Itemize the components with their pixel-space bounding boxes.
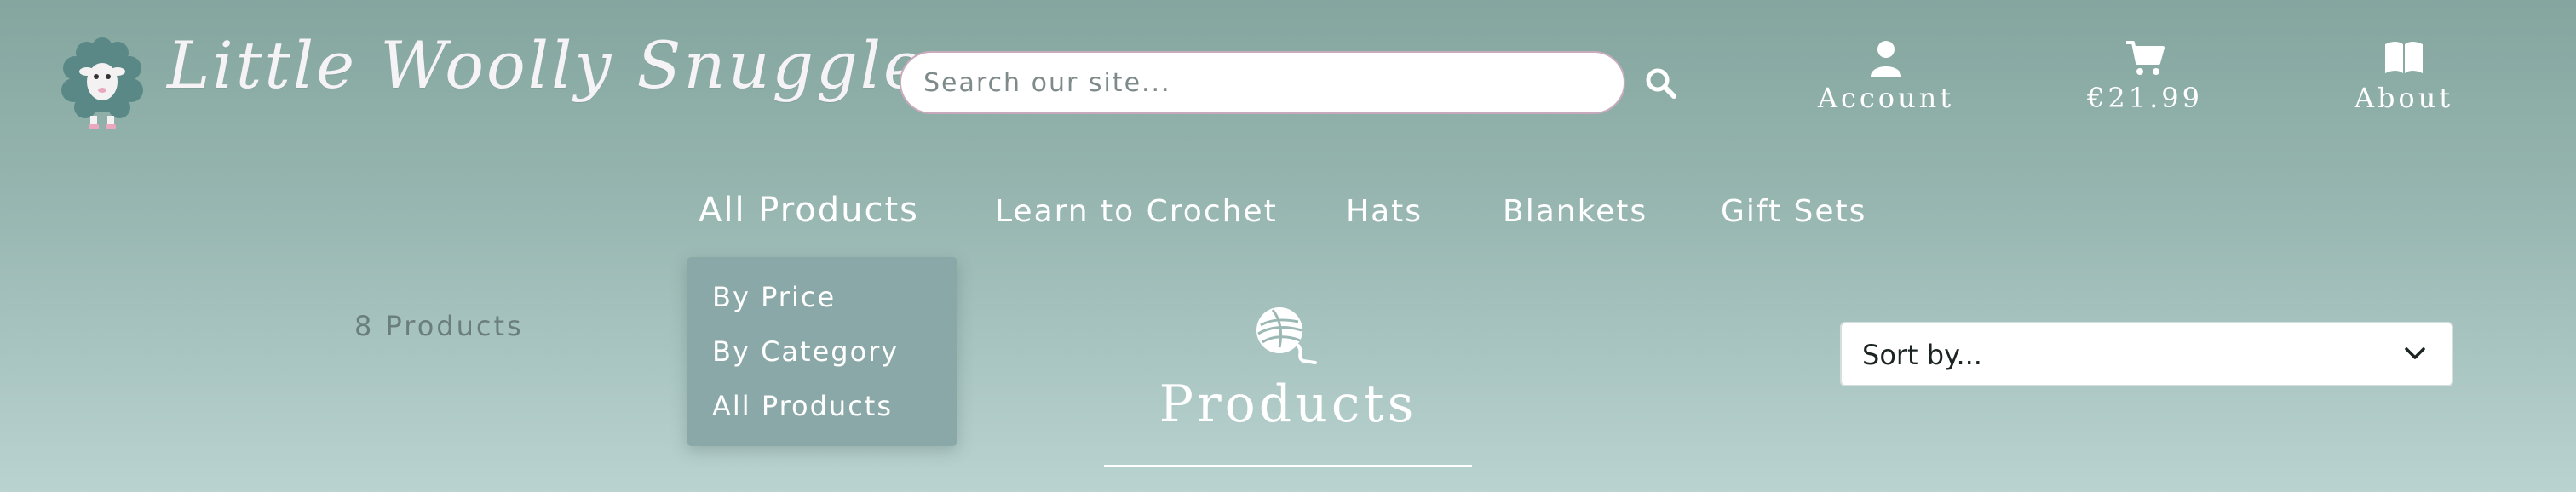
sort-select[interactable]: Sort by... (1840, 322, 2453, 386)
cart-icon (2125, 39, 2165, 77)
search-input[interactable] (922, 66, 1590, 99)
sheep-logo-icon[interactable] (56, 37, 148, 133)
dropdown-item-by-price[interactable]: By Price (712, 281, 836, 313)
user-icon (1866, 39, 1906, 77)
search-icon[interactable] (1644, 66, 1678, 100)
cart-link[interactable]: €21.99 (2060, 39, 2230, 114)
nav-item-all-products[interactable]: All Products (699, 191, 919, 230)
chevron-down-icon (2404, 346, 2426, 361)
account-label: Account (1817, 82, 1955, 114)
main-nav: All Products Learn to Crochet Hats Blank… (0, 191, 2576, 245)
nav-item-blankets[interactable]: Blankets (1503, 194, 1647, 229)
page-title: Products (1159, 375, 1417, 434)
nav-item-learn-to-crochet[interactable]: Learn to Crochet (995, 194, 1278, 229)
dropdown-item-all-products[interactable]: All Products (712, 390, 893, 422)
brand-name[interactable]: Little Woolly Snuggles (167, 27, 960, 103)
site-header: Little Woolly Snuggles Account € (0, 0, 2576, 162)
account-link[interactable]: Account (1801, 39, 1971, 114)
nav-item-hats[interactable]: Hats (1346, 194, 1423, 229)
about-label: About (2354, 82, 2454, 114)
nav-item-gift-sets[interactable]: Gift Sets (1721, 194, 1866, 229)
product-count: 8 Products (354, 310, 524, 342)
products-dropdown-menu: By Price By Category All Products (687, 257, 957, 446)
sort-label: Sort by... (1862, 339, 1982, 371)
cart-total: €21.99 (2087, 82, 2203, 114)
about-link[interactable]: About (2319, 39, 2489, 114)
search-box (900, 51, 1625, 114)
book-icon (2383, 39, 2424, 77)
title-divider (1104, 465, 1472, 467)
dropdown-item-by-category[interactable]: By Category (712, 335, 899, 368)
yarn-ball-icon (1254, 305, 1319, 369)
